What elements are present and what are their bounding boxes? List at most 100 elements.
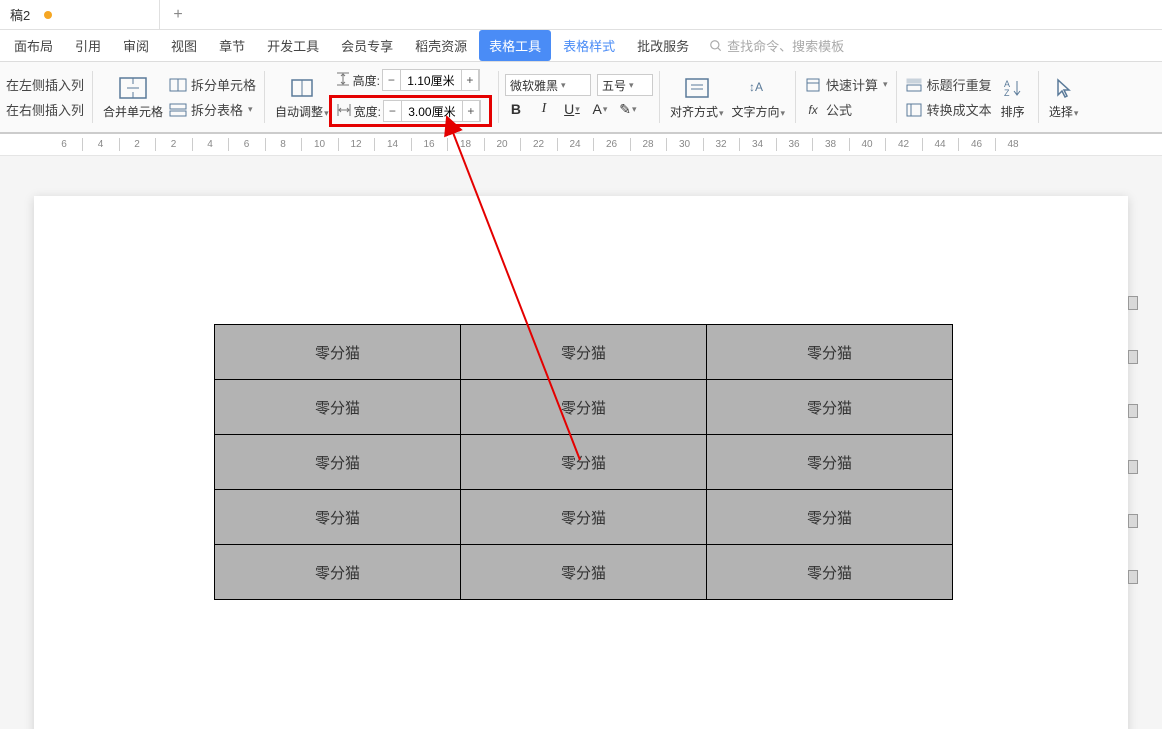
calculator-icon bbox=[804, 76, 822, 94]
table-cell[interactable]: 零分猫 bbox=[707, 325, 953, 380]
merge-cells-button[interactable]: 合并单元格 bbox=[99, 73, 167, 122]
ruler-tick: 42 bbox=[898, 139, 909, 150]
insert-column-right-button[interactable]: 在右侧插入列 bbox=[4, 98, 86, 121]
text-direction-button[interactable]: ↕A 文字方向▾ bbox=[727, 73, 789, 122]
menu-table-style[interactable]: 表格样式 bbox=[553, 30, 625, 61]
command-search[interactable]: 查找命令、搜索模板 bbox=[709, 36, 844, 55]
width-spinner[interactable]: − + bbox=[383, 100, 481, 122]
table-cell[interactable]: 零分猫 bbox=[461, 435, 707, 490]
table-row[interactable]: 零分猫零分猫零分猫 bbox=[215, 435, 953, 490]
table-cell[interactable]: 零分猫 bbox=[707, 435, 953, 490]
horizontal-ruler[interactable]: 6422468101214161820222426283032343638404… bbox=[0, 134, 1162, 156]
search-placeholder: 查找命令、搜索模板 bbox=[727, 36, 844, 55]
select-button[interactable]: 选择▾ bbox=[1045, 73, 1083, 122]
chevron-down-icon: ▾ bbox=[603, 104, 608, 115]
content-table[interactable]: 零分猫零分猫零分猫零分猫零分猫零分猫零分猫零分猫零分猫零分猫零分猫零分猫零分猫零… bbox=[214, 324, 953, 600]
row-handle[interactable] bbox=[1128, 296, 1138, 310]
page: 零分猫零分猫零分猫零分猫零分猫零分猫零分猫零分猫零分猫零分猫零分猫零分猫零分猫零… bbox=[34, 196, 1128, 729]
convert-to-text-button[interactable]: 转换成文本 bbox=[903, 98, 994, 121]
document-title: 稿2 bbox=[10, 5, 30, 24]
italic-button[interactable]: I bbox=[533, 98, 555, 120]
table-cell[interactable]: 零分猫 bbox=[707, 380, 953, 435]
ruler-tick: 36 bbox=[788, 139, 799, 150]
menu-chapter[interactable]: 章节 bbox=[209, 30, 255, 61]
ruler-tick: 22 bbox=[533, 139, 544, 150]
ruler-tick: 32 bbox=[715, 139, 726, 150]
table-cell[interactable]: 零分猫 bbox=[215, 545, 461, 600]
menu-member[interactable]: 会员专享 bbox=[331, 30, 403, 61]
document-canvas[interactable]: 零分猫零分猫零分猫零分猫零分猫零分猫零分猫零分猫零分猫零分猫零分猫零分猫零分猫零… bbox=[0, 156, 1162, 729]
decrement-button[interactable]: − bbox=[383, 70, 401, 90]
row-handle[interactable] bbox=[1128, 514, 1138, 528]
decrement-button[interactable]: − bbox=[384, 101, 402, 121]
table-cell[interactable]: 零分猫 bbox=[707, 545, 953, 600]
insert-column-left-button[interactable]: 在左侧插入列 bbox=[4, 73, 86, 96]
sort-button[interactable]: AZ 排序 bbox=[994, 73, 1032, 122]
table-cell[interactable]: 零分猫 bbox=[461, 325, 707, 380]
chevron-down-icon: ▾ bbox=[719, 108, 724, 118]
ruler-tick: 34 bbox=[752, 139, 763, 150]
table-row[interactable]: 零分猫零分猫零分猫 bbox=[215, 325, 953, 380]
table-row[interactable]: 零分猫零分猫零分猫 bbox=[215, 380, 953, 435]
menu-table-tools[interactable]: 表格工具 bbox=[479, 30, 551, 61]
increment-button[interactable]: + bbox=[462, 101, 480, 121]
repeat-header-button[interactable]: 标题行重复 bbox=[903, 73, 994, 96]
row-handle[interactable] bbox=[1128, 350, 1138, 364]
menu-correction[interactable]: 批改服务 bbox=[627, 30, 699, 61]
row-handle[interactable] bbox=[1128, 404, 1138, 418]
row-handle[interactable] bbox=[1128, 460, 1138, 474]
font-color-button[interactable]: A▾ bbox=[589, 98, 611, 120]
font-family-select[interactable]: 微软雅黑▾ bbox=[505, 74, 591, 96]
menu-page-layout[interactable]: 面布局 bbox=[4, 30, 63, 61]
chevron-down-icon: ▾ bbox=[561, 80, 566, 91]
increment-button[interactable]: + bbox=[461, 70, 479, 90]
highlight-button[interactable]: ✎▾ bbox=[617, 98, 639, 120]
table-cell[interactable]: 零分猫 bbox=[215, 325, 461, 380]
quick-calc-button[interactable]: 快速计算▾ bbox=[802, 73, 890, 96]
width-icon bbox=[336, 102, 352, 121]
table-row[interactable]: 零分猫零分猫零分猫 bbox=[215, 545, 953, 600]
table-cell[interactable]: 零分猫 bbox=[707, 490, 953, 545]
convert-icon bbox=[905, 101, 923, 119]
menu-view[interactable]: 视图 bbox=[161, 30, 207, 61]
row-height-control: 高度: − + bbox=[333, 67, 492, 93]
bold-button[interactable]: B bbox=[505, 98, 527, 120]
repeat-icon bbox=[905, 76, 923, 94]
split-cell-button[interactable]: 拆分单元格 bbox=[167, 73, 258, 96]
menu-reference[interactable]: 引用 bbox=[65, 30, 111, 61]
separator bbox=[659, 71, 660, 123]
ruler-tick: 46 bbox=[971, 139, 982, 150]
chevron-down-icon: ▾ bbox=[629, 80, 634, 91]
menu-template[interactable]: 稻壳资源 bbox=[405, 30, 477, 61]
table-cell[interactable]: 零分猫 bbox=[461, 380, 707, 435]
document-tab[interactable]: 稿2 bbox=[0, 0, 160, 29]
alignment-button[interactable]: 对齐方式▾ bbox=[666, 73, 728, 122]
table-cell[interactable]: 零分猫 bbox=[215, 380, 461, 435]
table-cell[interactable]: 零分猫 bbox=[461, 490, 707, 545]
table-row[interactable]: 零分猫零分猫零分猫 bbox=[215, 490, 953, 545]
formula-button[interactable]: fx 公式 bbox=[802, 98, 890, 121]
menu-devtools[interactable]: 开发工具 bbox=[257, 30, 329, 61]
new-tab-button[interactable]: + bbox=[160, 0, 196, 29]
svg-text:Z: Z bbox=[1004, 88, 1010, 98]
height-input[interactable] bbox=[401, 73, 461, 87]
row-handle[interactable] bbox=[1128, 570, 1138, 584]
auto-adjust-icon bbox=[287, 75, 317, 101]
sort-icon: AZ bbox=[998, 75, 1028, 101]
height-label: 高度: bbox=[353, 72, 380, 89]
split-table-button[interactable]: 拆分表格▾ bbox=[167, 98, 258, 121]
svg-text:↕A: ↕A bbox=[749, 80, 763, 94]
merge-cells-icon bbox=[118, 75, 148, 101]
auto-adjust-button[interactable]: 自动调整▾ bbox=[271, 73, 333, 122]
ruler-tick: 24 bbox=[569, 139, 580, 150]
width-input[interactable] bbox=[402, 104, 462, 118]
unsaved-indicator-icon bbox=[44, 11, 52, 19]
ruler-tick: 6 bbox=[61, 139, 67, 150]
table-cell[interactable]: 零分猫 bbox=[215, 435, 461, 490]
menu-review[interactable]: 审阅 bbox=[113, 30, 159, 61]
underline-button[interactable]: U▾ bbox=[561, 98, 583, 120]
height-spinner[interactable]: − + bbox=[382, 69, 480, 91]
table-cell[interactable]: 零分猫 bbox=[461, 545, 707, 600]
font-size-select[interactable]: 五号▾ bbox=[597, 74, 653, 96]
table-cell[interactable]: 零分猫 bbox=[215, 490, 461, 545]
